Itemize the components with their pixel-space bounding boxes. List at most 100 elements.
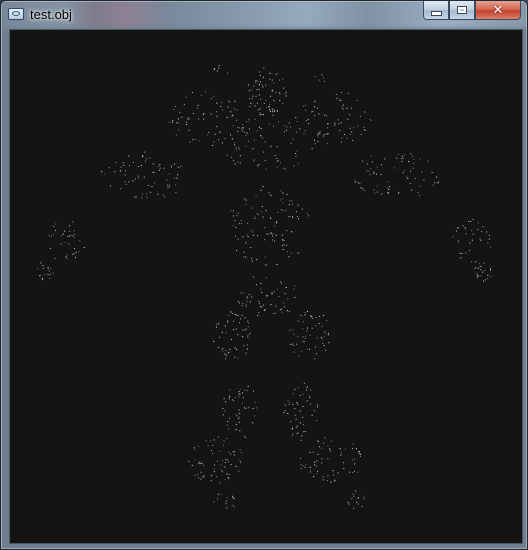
point xyxy=(347,92,349,94)
point xyxy=(269,123,270,125)
point xyxy=(327,458,329,460)
close-button[interactable]: ✕ xyxy=(475,1,521,20)
point xyxy=(255,80,257,82)
point xyxy=(233,142,235,144)
point xyxy=(236,250,238,252)
point xyxy=(327,123,329,125)
point xyxy=(401,161,403,163)
point xyxy=(276,158,278,159)
point xyxy=(245,242,247,244)
point xyxy=(213,95,215,97)
point xyxy=(289,216,291,217)
point xyxy=(283,87,285,89)
render-viewport[interactable] xyxy=(9,29,523,544)
point xyxy=(330,450,332,452)
point xyxy=(141,193,143,195)
point xyxy=(194,474,196,476)
point xyxy=(289,200,291,202)
minimize-button[interactable] xyxy=(423,1,449,20)
point xyxy=(323,336,325,338)
point xyxy=(135,196,137,198)
point xyxy=(236,148,238,150)
point xyxy=(230,210,232,212)
point xyxy=(194,448,196,450)
title-bar[interactable]: test.obj ✕ xyxy=(1,1,527,29)
point xyxy=(151,163,153,165)
point xyxy=(66,257,68,259)
point xyxy=(232,329,234,331)
point xyxy=(104,173,106,175)
point xyxy=(276,109,278,111)
point xyxy=(53,233,55,235)
point xyxy=(101,171,103,173)
point xyxy=(288,404,290,406)
point xyxy=(251,98,253,100)
point xyxy=(272,89,273,91)
maximize-button[interactable] xyxy=(449,1,475,20)
point xyxy=(311,327,313,329)
point xyxy=(266,233,268,235)
point xyxy=(180,166,182,167)
point xyxy=(306,400,308,402)
point xyxy=(177,166,179,168)
point xyxy=(259,114,261,116)
point xyxy=(488,235,490,236)
point xyxy=(295,156,297,157)
point xyxy=(228,100,230,102)
point xyxy=(78,251,80,253)
point xyxy=(313,476,315,478)
point xyxy=(265,99,267,101)
point xyxy=(258,94,260,96)
point xyxy=(177,174,179,176)
point xyxy=(221,142,223,144)
point xyxy=(239,388,241,390)
point xyxy=(239,155,241,157)
point xyxy=(151,186,153,188)
point xyxy=(215,323,217,325)
point xyxy=(278,296,280,297)
caption-buttons: ✕ xyxy=(423,1,521,21)
point xyxy=(233,400,235,402)
point xyxy=(79,240,81,242)
point xyxy=(315,325,317,327)
point xyxy=(340,454,342,456)
point xyxy=(234,356,236,358)
point xyxy=(153,171,155,173)
point xyxy=(142,155,144,157)
point xyxy=(225,459,227,461)
point xyxy=(347,118,349,120)
point xyxy=(253,276,255,278)
point xyxy=(231,138,233,140)
app-window-icon[interactable] xyxy=(8,8,24,20)
point xyxy=(484,270,486,272)
point xyxy=(232,210,234,212)
point xyxy=(174,163,176,165)
point xyxy=(228,460,230,462)
point xyxy=(359,115,361,117)
point xyxy=(288,256,290,258)
point xyxy=(477,222,479,224)
point xyxy=(321,74,323,76)
close-icon: ✕ xyxy=(492,2,504,18)
point xyxy=(44,273,46,275)
point xyxy=(296,343,298,345)
point xyxy=(469,242,471,244)
point xyxy=(231,116,233,117)
point xyxy=(173,109,175,110)
point xyxy=(389,186,390,187)
point xyxy=(239,322,240,324)
point xyxy=(291,200,293,202)
point xyxy=(286,244,288,246)
point xyxy=(260,135,262,136)
point xyxy=(258,300,260,302)
point xyxy=(270,304,272,306)
point xyxy=(146,196,148,198)
point xyxy=(75,256,76,258)
point xyxy=(297,336,299,338)
point xyxy=(342,108,344,110)
point xyxy=(423,179,425,181)
point xyxy=(251,103,253,105)
point xyxy=(72,221,74,223)
point xyxy=(220,493,222,495)
point xyxy=(278,159,279,161)
